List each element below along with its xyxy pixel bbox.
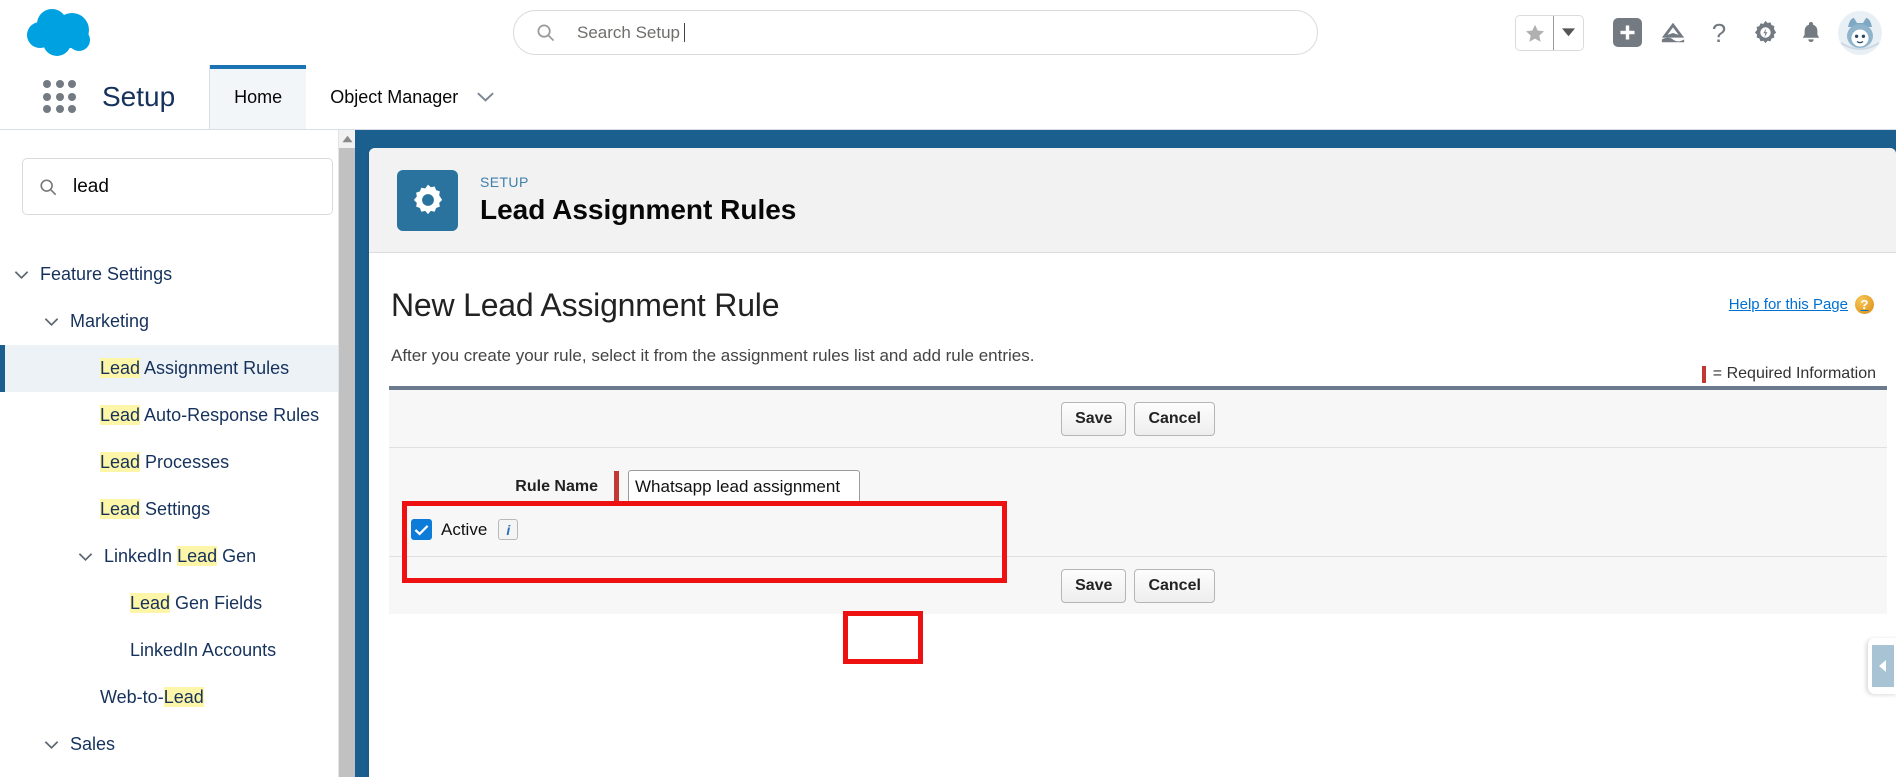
scrollbar-thumb[interactable] xyxy=(339,148,355,777)
scroll-up-arrow-icon[interactable] xyxy=(339,130,355,147)
required-marker-icon xyxy=(1701,365,1706,383)
global-search-placeholder: Search Setup xyxy=(577,22,686,42)
rule-name-input[interactable]: Whatsapp lead assignment xyxy=(628,470,860,503)
sidebar-item-label: LinkedIn Accounts xyxy=(130,640,277,660)
form-buttons-bottom: Save Cancel xyxy=(389,556,1887,614)
setup-tree: Feature Settings Marketing Lead Assignme… xyxy=(0,251,355,768)
tab-home[interactable]: Home xyxy=(210,65,307,129)
user-avatar[interactable] xyxy=(1838,10,1882,55)
sidebar-item-label: LinkedIn Lead Gen xyxy=(104,546,257,566)
chevron-left-icon xyxy=(1872,645,1894,687)
chevron-down-icon[interactable] xyxy=(476,87,495,108)
required-note-label: = Required Information xyxy=(1712,365,1876,382)
setup-gear-icon[interactable] xyxy=(1742,10,1788,56)
setup-gear-icon xyxy=(397,169,458,231)
tab-object-manager-label: Object Manager xyxy=(330,86,459,107)
sidebar-item-lead-settings[interactable]: Lead Settings xyxy=(0,486,355,533)
svg-text:?: ? xyxy=(1712,19,1726,47)
sidebar-item-lead-gen-fields[interactable]: Lead Gen Fields xyxy=(0,580,355,627)
cancel-button-bottom[interactable]: Cancel xyxy=(1134,568,1215,603)
sidebar-quick-find-value: lead xyxy=(73,175,109,197)
save-button-top[interactable]: Save xyxy=(1061,401,1127,436)
sidebar-item-label: Marketing xyxy=(70,311,150,331)
page-header-eyebrow: SETUP xyxy=(480,174,529,190)
form-buttons-top: Save Cancel xyxy=(389,390,1887,448)
sidebar-scrollbar[interactable] xyxy=(338,130,355,777)
required-marker-icon xyxy=(614,470,619,503)
help-link-label: Help for this Page xyxy=(1728,296,1848,313)
notifications-bell-icon[interactable] xyxy=(1788,10,1834,56)
sidebar-item-label: Lead Settings xyxy=(100,499,211,519)
help-question-icon[interactable]: ? xyxy=(1855,295,1874,314)
sidebar-item-feature-settings[interactable]: Feature Settings xyxy=(0,251,355,298)
tab-object-manager[interactable]: Object Manager xyxy=(306,65,519,129)
save-button-bottom[interactable]: Save xyxy=(1061,568,1127,603)
sidebar-item-lead-assignment-rules[interactable]: Lead Assignment Rules xyxy=(0,345,355,392)
page-header: SETUP Lead Assignment Rules xyxy=(369,148,1896,253)
sidebar-quick-find[interactable]: lead xyxy=(22,158,333,215)
sidebar-item-lead-processes[interactable]: Lead Processes xyxy=(0,439,355,486)
search-icon xyxy=(39,178,57,196)
rule-fields: Rule Name Whatsapp lead assignment Activ… xyxy=(389,448,1887,556)
global-header: Search Setup ? xyxy=(0,0,1896,65)
header-icon-group: ? xyxy=(1515,0,1886,65)
sidebar-item-lead-auto-response-rules[interactable]: Lead Auto-Response Rules xyxy=(0,392,355,439)
sidebar-item-label: Lead Gen Fields xyxy=(130,593,263,613)
astro-mountain-icon[interactable] xyxy=(1650,10,1696,56)
sidebar-item-label: Feature Settings xyxy=(40,264,173,284)
global-actions-plus-icon[interactable] xyxy=(1604,10,1650,56)
favorites-group[interactable] xyxy=(1515,14,1584,51)
rule-name-row: Rule Name Whatsapp lead assignment xyxy=(389,470,1887,503)
help-for-this-page-link[interactable]: Help for this Page ? xyxy=(1729,295,1874,314)
app-launcher-icon[interactable] xyxy=(40,77,80,117)
active-checkbox[interactable] xyxy=(411,519,432,540)
page-card: SETUP Lead Assignment Rules New Lead Ass… xyxy=(369,148,1896,777)
body-area: lead Feature Settings Marketing Lead Ass… xyxy=(0,130,1896,777)
info-icon[interactable]: i xyxy=(498,519,519,540)
page-title: Lead Assignment Rules xyxy=(480,194,797,225)
rule-name-label: Rule Name xyxy=(515,477,598,495)
chevron-down-icon[interactable] xyxy=(44,740,70,750)
nav-tabs: Home Object Manager xyxy=(210,65,519,129)
search-icon xyxy=(536,23,555,42)
sidebar-item-web-to-lead[interactable]: Web-to-Lead xyxy=(0,674,355,721)
expand-right-panel-toggle[interactable] xyxy=(1868,638,1896,694)
sidebar-item-label: Lead Assignment Rules xyxy=(100,358,290,378)
sidebar-item-label: Lead Auto-Response Rules xyxy=(100,405,320,425)
favorites-dropdown-icon[interactable] xyxy=(1553,15,1583,50)
active-checkbox-label: Active xyxy=(441,519,488,539)
global-search-box[interactable]: Search Setup xyxy=(513,10,1318,55)
form-heading: New Lead Assignment Rule xyxy=(391,287,780,323)
help-question-icon[interactable]: ? xyxy=(1696,10,1742,56)
page-body: New Lead Assignment Rule After you creat… xyxy=(369,253,1896,777)
chevron-down-icon[interactable] xyxy=(44,317,70,327)
sidebar-item-marketing[interactable]: Marketing xyxy=(0,298,355,345)
setup-nav-bar: Setup Home Object Manager xyxy=(0,65,1896,130)
active-checkbox-row: Active i xyxy=(389,519,1887,540)
main-pane: SETUP Lead Assignment Rules New Lead Ass… xyxy=(355,130,1896,777)
required-information-note: = Required Information xyxy=(1701,365,1876,383)
setup-title: Setup xyxy=(102,81,176,112)
sidebar-item-linkedin-accounts[interactable]: LinkedIn Accounts xyxy=(0,627,355,674)
sidebar-item-sales[interactable]: Sales xyxy=(0,721,355,768)
sidebar-item-label: Lead Processes xyxy=(100,452,230,472)
setup-sidebar: lead Feature Settings Marketing Lead Ass… xyxy=(0,130,355,777)
sidebar-item-label: Web-to-Lead xyxy=(100,687,204,707)
chevron-down-icon[interactable] xyxy=(14,270,40,280)
chevron-down-icon[interactable] xyxy=(78,552,104,562)
rule-form-block: Save Cancel Rule Name Whatsapp lead assi… xyxy=(389,386,1887,614)
tab-home-label: Home xyxy=(234,86,283,107)
favorites-star-icon[interactable] xyxy=(1516,16,1553,50)
sidebar-item-label: Sales xyxy=(70,734,116,754)
sidebar-item-linkedin-lead-gen[interactable]: LinkedIn Lead Gen xyxy=(0,533,355,580)
cancel-button-top[interactable]: Cancel xyxy=(1134,401,1215,436)
salesforce-cloud-logo[interactable] xyxy=(22,4,104,62)
form-description: After you create your rule, select it fr… xyxy=(391,346,1035,365)
